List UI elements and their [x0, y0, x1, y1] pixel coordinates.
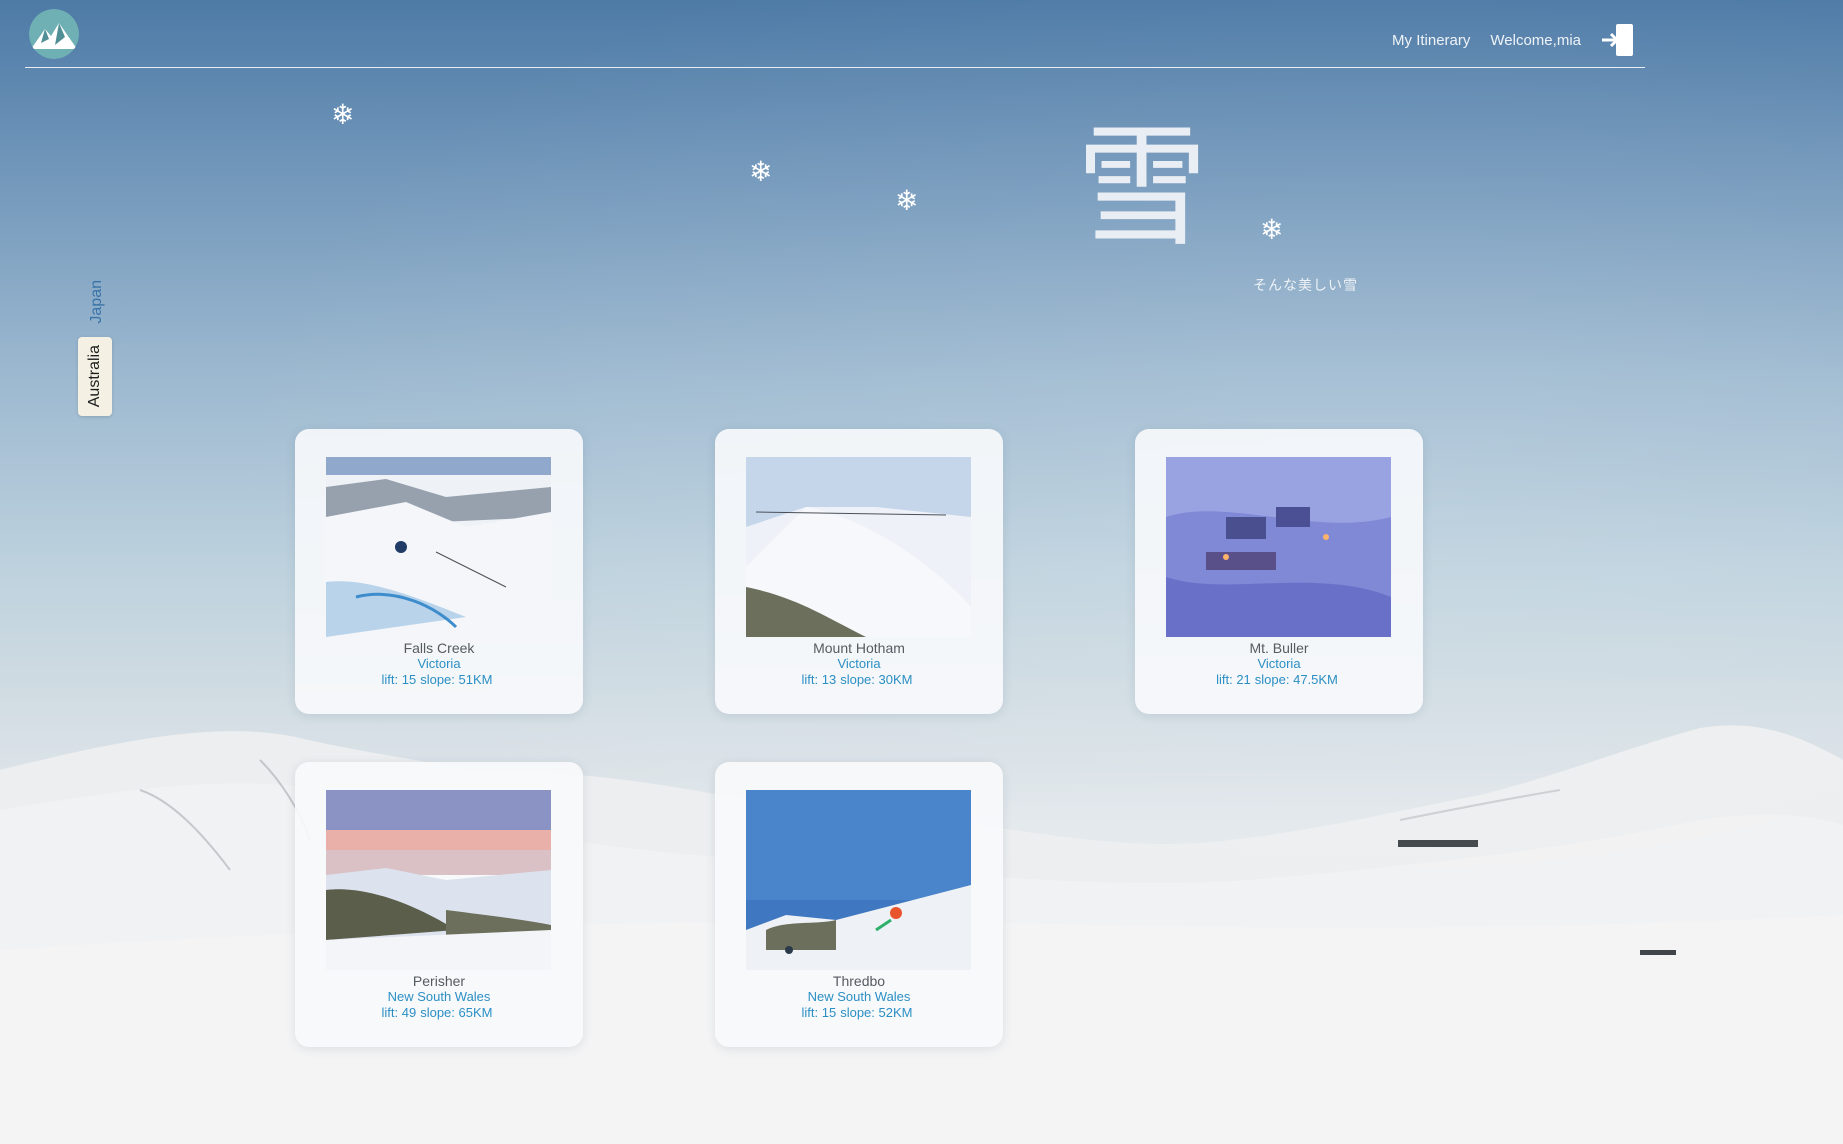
resort-region: New South Wales [387, 989, 491, 1004]
welcome-prefix: Welcome, [1490, 31, 1557, 49]
resort-card-mount-hotham[interactable]: Mount Hotham Victoria lift: 13 slope: 30K… [715, 429, 1003, 714]
resort-stats: lift: 49 slope: 65KM [295, 1005, 583, 1020]
resort-slope: slope: 65KM [420, 1005, 493, 1020]
resort-slope: slope: 30KM [840, 672, 913, 687]
snowflake-icon: ❄ [331, 98, 355, 131]
mountain-logo-icon [29, 9, 79, 59]
resort-lift: lift: 15 [381, 672, 417, 687]
resort-name: Falls Creek [403, 640, 475, 656]
resort-name: Mt. Buller [1249, 640, 1309, 656]
resort-photo[interactable] [1166, 457, 1391, 637]
resort-name: Thredbo [832, 973, 886, 989]
resort-card-falls-creek[interactable]: Falls Creek Victoria lift: 15 slope: 51KM [295, 429, 583, 714]
snowflake-icon: ❄ [749, 155, 773, 188]
hero-subtitle: そんな美しい雪 [1253, 277, 1358, 293]
resort-lift: lift: 15 [801, 1005, 837, 1020]
tab-japan-label: Japan [88, 280, 105, 324]
resort-region: Victoria [1257, 656, 1301, 671]
welcome-message: Welcome, mia [1490, 32, 1581, 49]
resort-lift: lift: 49 [381, 1005, 417, 1020]
resort-photo[interactable] [326, 457, 551, 637]
resort-photo[interactable] [746, 457, 971, 637]
resort-photo[interactable] [746, 790, 971, 970]
resort-card-thredbo[interactable]: Thredbo New South Wales lift: 15 slope: 5… [715, 762, 1003, 1047]
header-divider [25, 67, 1645, 68]
snowflake-icon: ❄ [1260, 213, 1284, 246]
resort-region: Victoria [417, 656, 461, 671]
tab-australia-label: Australia [86, 345, 103, 408]
username: mia [1556, 31, 1581, 49]
resort-slope: slope: 51KM [420, 672, 493, 687]
resort-lift: lift: 21 [1216, 672, 1251, 687]
resort-slope: slope: 47.5KM [1254, 672, 1338, 687]
resort-region: Victoria [837, 656, 881, 671]
site-logo[interactable] [29, 9, 79, 59]
resort-stats: lift: 15 slope: 52KM [715, 1005, 1003, 1020]
hero-title-kanji: 雪 [1076, 111, 1208, 265]
resort-lift: lift: 13 [801, 672, 837, 687]
tab-australia[interactable]: Australia [78, 337, 112, 416]
resort-slope: slope: 52KM [840, 1005, 913, 1020]
resort-name: Mount Hotham [813, 640, 905, 656]
resort-card-perisher[interactable]: Perisher New South Wales lift: 49 slope: … [295, 762, 583, 1047]
resort-photo[interactable] [326, 790, 551, 970]
snowflake-icon: ❄ [895, 184, 919, 217]
resort-stats: lift: 13 slope: 30KM [715, 672, 1003, 687]
resort-region: New South Wales [807, 989, 911, 1004]
resort-stats: lift: 15 slope: 51KM [295, 672, 583, 687]
resort-card-mt-buller[interactable]: Mt. Buller Victoria lift: 21 slope: 47.5K… [1135, 429, 1423, 714]
sign-in-icon[interactable] [1601, 22, 1635, 58]
my-itinerary-link[interactable]: My Itinerary [1392, 32, 1470, 49]
resort-name: Perisher [412, 973, 466, 989]
resort-stats: lift: 21 slope: 47.5KM [1135, 672, 1423, 687]
tab-japan[interactable]: Japan [82, 276, 112, 328]
top-nav: My Itinerary Welcome, mia [1392, 22, 1635, 58]
